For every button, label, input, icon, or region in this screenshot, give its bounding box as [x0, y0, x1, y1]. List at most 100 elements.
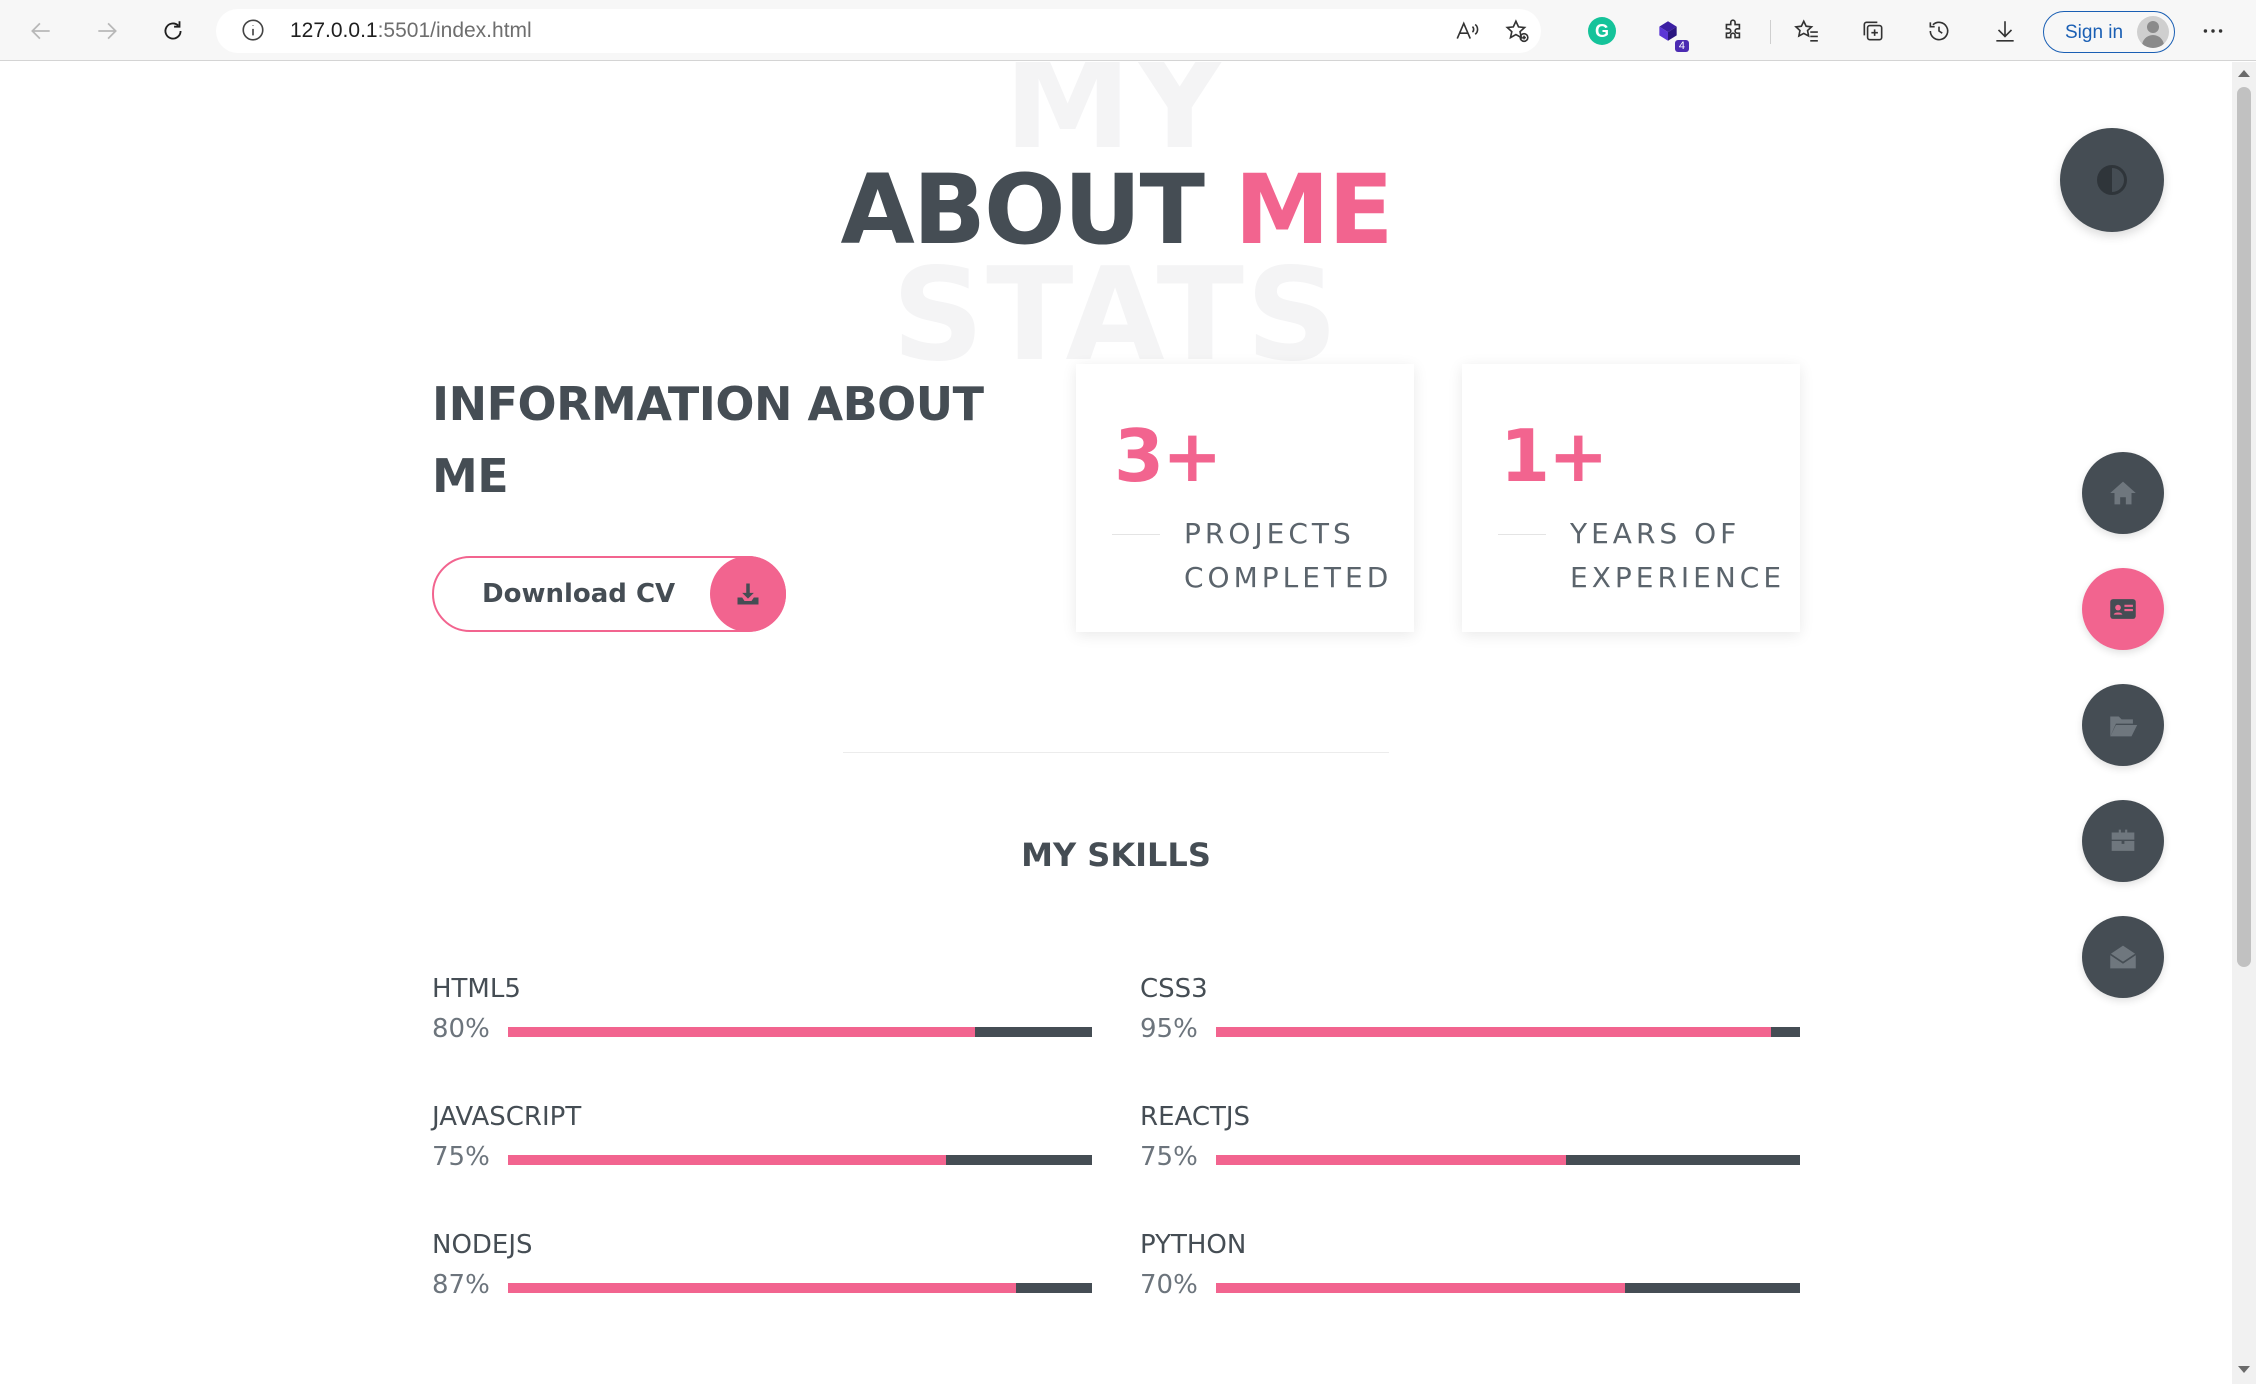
refresh-icon — [164, 21, 182, 40]
read-aloud-icon[interactable] — [1454, 18, 1482, 46]
favorites-icon — [1794, 19, 1818, 42]
stat-divider — [1498, 534, 1546, 535]
favorite-add-icon[interactable] — [1504, 18, 1532, 46]
skill-bar — [508, 1027, 1092, 1037]
collections-button[interactable] — [1858, 16, 1888, 46]
id-card-icon — [2110, 599, 2136, 619]
nav-home-button[interactable] — [2082, 452, 2164, 534]
page-title-main: ABOUT — [840, 154, 1205, 266]
history-icon — [1929, 21, 1949, 41]
skill-bar — [1216, 1155, 1800, 1165]
skill-item: HTML5 80% — [432, 974, 1092, 1054]
address-bar[interactable]: 127.0.0.1:5501/index.html — [216, 9, 1541, 53]
skill-name: PYTHON — [1140, 1230, 1247, 1260]
skill-item: JAVASCRIPT 75% — [432, 1102, 1092, 1182]
nav-about-button[interactable] — [2082, 568, 2164, 650]
skill-percent: 87% — [432, 1270, 490, 1300]
sign-in-button[interactable]: Sign in — [2043, 11, 2175, 53]
collections-icon — [1863, 21, 1883, 41]
skill-percent: 95% — [1140, 1014, 1198, 1044]
more-menu-button[interactable] — [2198, 16, 2228, 46]
history-button[interactable] — [1924, 16, 1954, 46]
page-title: ABOUT ME — [0, 157, 2232, 264]
skill-bar-fill — [508, 1155, 946, 1165]
download-cv-label: Download CV — [482, 579, 676, 609]
grammarly-extension[interactable]: G — [1587, 16, 1617, 46]
skills-title: MY SKILLS — [1021, 836, 1211, 874]
url-text[interactable]: 127.0.0.1:5501/index.html — [290, 19, 532, 43]
stat-card-projects: 3+ PROJECTS COMPLETED — [1076, 364, 1414, 632]
skill-percent: 80% — [432, 1014, 490, 1044]
grammarly-icon: G — [1588, 17, 1616, 45]
nav-experience-button[interactable] — [2082, 800, 2164, 882]
scrollbar-thumb[interactable] — [2237, 87, 2251, 967]
extensions-button[interactable] — [1719, 16, 1749, 46]
section-divider — [843, 752, 1389, 753]
briefcase-icon — [2111, 829, 2135, 851]
extension-button[interactable]: 4 — [1653, 16, 1689, 52]
stat-number: 1+ — [1500, 414, 1608, 498]
info-heading: INFORMATION ABOUT ME — [432, 377, 984, 503]
skill-bar-fill — [1216, 1027, 1771, 1037]
theme-toggle-button[interactable] — [2060, 128, 2164, 232]
back-button[interactable] — [22, 12, 60, 50]
favorites-button[interactable] — [1792, 16, 1822, 46]
browser-toolbar: 127.0.0.1:5501/index.html G 4 Sign in — [0, 0, 2256, 61]
home-icon — [2110, 481, 2136, 505]
more-horizontal-icon — [2203, 29, 2223, 33]
forward-button[interactable] — [88, 12, 126, 50]
skill-percent: 75% — [432, 1142, 490, 1172]
skill-percent: 70% — [1140, 1270, 1198, 1300]
folder-open-icon — [2110, 716, 2138, 737]
skill-item: CSS3 95% — [1140, 974, 1800, 1054]
arrow-right-icon — [98, 22, 117, 40]
stat-card-experience: 1+ YEARS OF EXPERIENCE — [1462, 364, 1800, 632]
contrast-icon — [2097, 165, 2127, 195]
refresh-button[interactable] — [154, 12, 192, 50]
arrow-left-icon — [31, 22, 50, 40]
stat-divider — [1112, 534, 1160, 535]
background-title-bottom: STATS — [891, 241, 1341, 390]
skill-bar-fill — [508, 1027, 976, 1037]
info-icon[interactable] — [240, 17, 268, 45]
skill-name: NODEJS — [432, 1230, 533, 1260]
skill-bar-fill — [508, 1283, 1017, 1293]
page-title-accent: ME — [1234, 154, 1393, 266]
nav-contact-button[interactable] — [2082, 916, 2164, 998]
puzzle-icon — [1725, 19, 1741, 39]
skill-name: HTML5 — [432, 974, 521, 1004]
extension-badge: 4 — [1674, 40, 1689, 52]
skill-bar-fill — [1216, 1283, 1625, 1293]
skill-bar-fill — [1216, 1155, 1567, 1165]
skill-bar — [1216, 1283, 1800, 1293]
download-icon — [737, 583, 759, 605]
skill-name: CSS3 — [1140, 974, 1208, 1004]
scroll-up-arrow[interactable] — [2238, 70, 2250, 77]
url-path: :5501/index.html — [377, 19, 532, 42]
skill-bar — [508, 1283, 1092, 1293]
skill-item: NODEJS 87% — [432, 1230, 1092, 1310]
stat-label: YEARS OF EXPERIENCE — [1570, 517, 1786, 594]
background-title-top: MY — [1003, 62, 1229, 178]
about-page: MY STATS ABOUT ME INFORMATION ABOUT ME D… — [0, 62, 2232, 1384]
page-scrollbar[interactable] — [2232, 62, 2256, 1384]
download-cv-button[interactable]: Download CV — [432, 556, 786, 632]
skill-bar — [1216, 1027, 1800, 1037]
skill-percent: 75% — [1140, 1142, 1198, 1172]
toolbar-separator — [1770, 20, 1771, 44]
envelope-open-icon — [2109, 945, 2137, 969]
download-icon — [1996, 21, 2014, 42]
avatar-icon — [2137, 16, 2169, 48]
skill-name: JAVASCRIPT — [432, 1102, 582, 1132]
downloads-button[interactable] — [1990, 16, 2020, 46]
skill-item: PYTHON 70% — [1140, 1230, 1800, 1310]
sign-in-label: Sign in — [2065, 22, 2124, 43]
nav-portfolio-button[interactable] — [2082, 684, 2164, 766]
url-host: 127.0.0.1 — [290, 19, 378, 42]
skill-name: REACTJS — [1140, 1102, 1251, 1132]
skill-bar — [508, 1155, 1092, 1165]
stat-number: 3+ — [1114, 414, 1222, 498]
scroll-down-arrow[interactable] — [2238, 1366, 2250, 1373]
skill-item: REACTJS 75% — [1140, 1102, 1800, 1182]
download-cv-icon-circle — [710, 556, 786, 632]
